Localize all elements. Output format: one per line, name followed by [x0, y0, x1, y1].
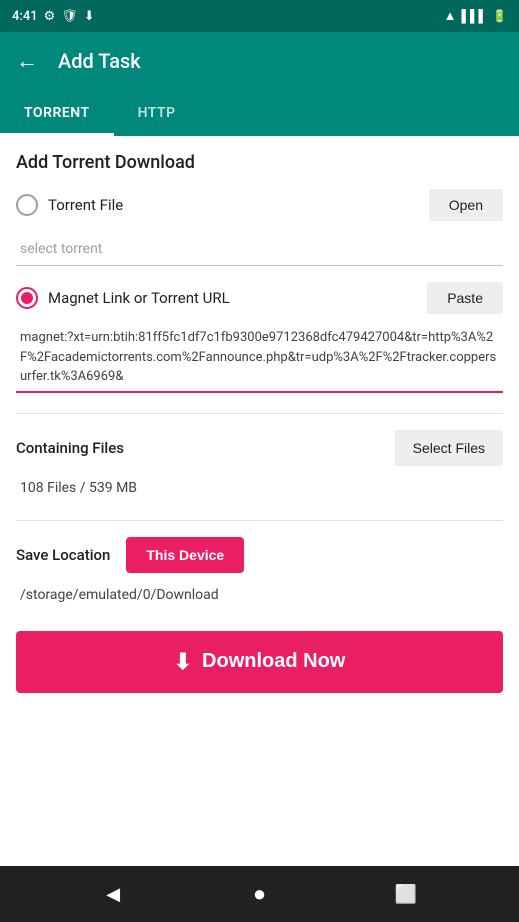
magnet-link-row: Magnet Link or Torrent URL Paste [16, 282, 503, 314]
torrent-file-label: Torrent File [48, 196, 123, 214]
nav-home-button[interactable] [239, 874, 279, 914]
select-files-button[interactable]: Select Files [395, 430, 503, 466]
magnet-link-option[interactable]: Magnet Link or Torrent URL [16, 287, 230, 309]
containing-files-row: Containing Files Select Files [16, 430, 503, 466]
file-count: 108 Files / 539 MB [16, 476, 503, 500]
radio-inner-dot [21, 292, 33, 304]
download-icon: ⬇ [174, 649, 192, 675]
torrent-file-radio[interactable] [16, 194, 38, 216]
app-bar-title: Add Task [58, 49, 141, 73]
torrent-file-row: Torrent File Open [16, 189, 503, 221]
status-left: 4:41 ⚙ 🛡 ⬇ [12, 9, 95, 24]
containing-files-label: Containing Files [16, 439, 124, 457]
save-path: /storage/emulated/0/Download [16, 583, 503, 607]
paste-button[interactable]: Paste [427, 282, 503, 314]
signal-icon: ▌▌▌ [462, 9, 488, 23]
divider-1 [16, 413, 503, 414]
download-now-button[interactable]: ⬇ Download Now [16, 631, 503, 693]
magnet-link-radio[interactable] [16, 287, 38, 309]
status-right: ▲ ▌▌▌ 🔋 [444, 8, 507, 24]
status-time: 4:41 [12, 9, 38, 24]
download-now-label: Download Now [202, 650, 345, 673]
nav-back-button[interactable] [93, 874, 133, 914]
select-torrent-input[interactable]: select torrent [16, 233, 503, 266]
bottom-nav [0, 866, 519, 922]
nav-recent-button[interactable] [386, 874, 426, 914]
shield-icon: 🛡 [61, 9, 78, 24]
save-location-row: Save Location This Device [16, 537, 503, 573]
this-device-button[interactable]: This Device [126, 537, 244, 573]
wifi-icon: ▲ [444, 8, 457, 24]
battery-icon: 🔋 [492, 9, 507, 23]
save-location-label: Save Location [16, 546, 110, 564]
open-button[interactable]: Open [429, 189, 503, 221]
back-button[interactable]: ← [16, 48, 38, 74]
app-bar: ← Add Task [0, 32, 519, 90]
download-status-icon: ⬇ [84, 9, 95, 24]
torrent-file-option[interactable]: Torrent File [16, 194, 123, 216]
tab-http[interactable]: HTTP [114, 90, 200, 136]
magnet-link-label: Magnet Link or Torrent URL [48, 289, 230, 307]
section-title: Add Torrent Download [16, 152, 503, 173]
divider-2 [16, 520, 503, 521]
tab-bar: TORRENT HTTP [0, 90, 519, 136]
magnet-text-field[interactable]: magnet:?xt=urn:btih:81ff5fc1df7c1fb9300e… [16, 324, 503, 393]
tab-torrent[interactable]: TORRENT [0, 90, 114, 136]
content-area: Add Torrent Download Torrent File Open s… [0, 136, 519, 866]
settings-icon: ⚙ [44, 9, 56, 24]
status-bar: 4:41 ⚙ 🛡 ⬇ ▲ ▌▌▌ 🔋 [0, 0, 519, 32]
